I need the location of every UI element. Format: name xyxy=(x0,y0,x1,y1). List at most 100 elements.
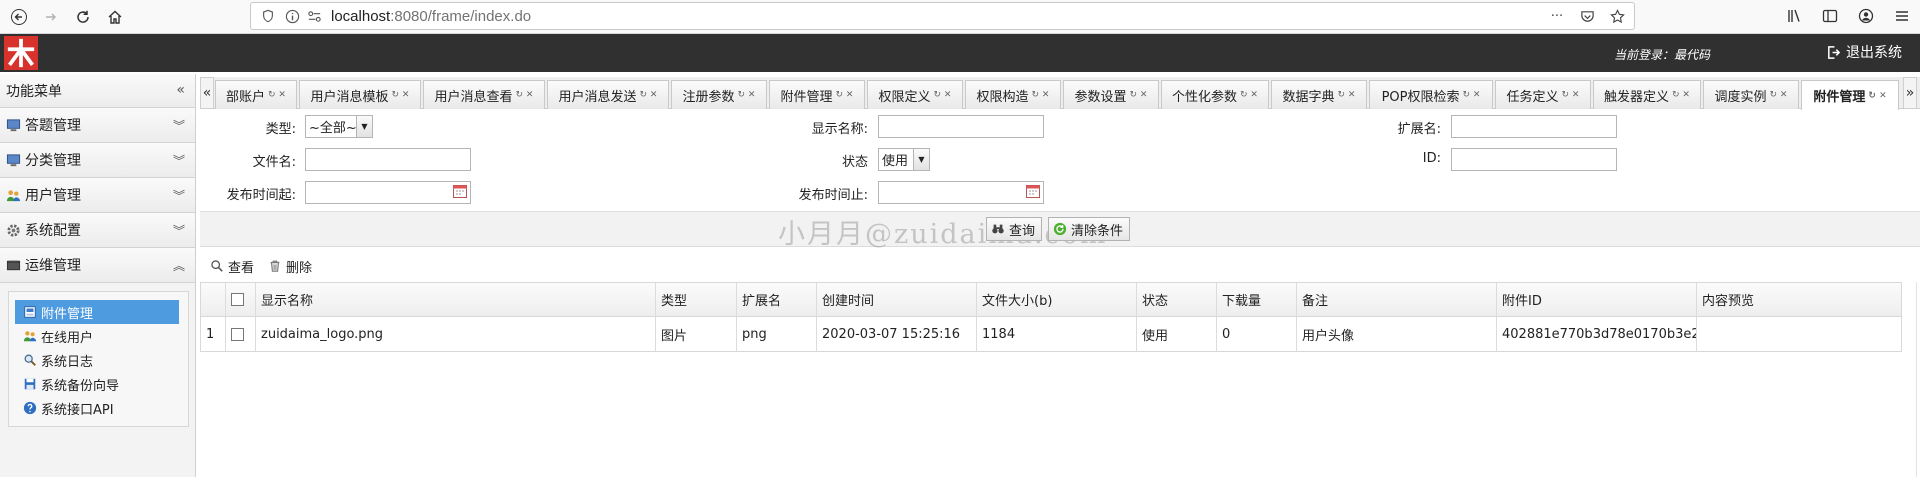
submenu-item-attachments[interactable]: 附件管理 xyxy=(15,300,179,324)
tab-reload-close-icon[interactable]: ↻ ✕ xyxy=(1868,91,1886,101)
account-icon[interactable] xyxy=(1856,6,1876,26)
calendar-icon[interactable] xyxy=(453,184,467,198)
tab-12[interactable]: 任务定义 ↻ ✕ xyxy=(1495,80,1591,109)
menu-group-users[interactable]: 用户管理 ︾ xyxy=(0,178,195,213)
bookmark-star-icon[interactable] xyxy=(1608,7,1626,25)
submenu-item-api[interactable]: 系统接口API xyxy=(15,396,179,420)
display-name-input[interactable] xyxy=(878,115,1044,138)
tab-10[interactable]: 数据字典 ↻ ✕ xyxy=(1271,80,1367,109)
tab-reload-close-icon[interactable]: ↻ ✕ xyxy=(1770,90,1788,100)
tab-9[interactable]: 个性化参数 ↻ ✕ xyxy=(1161,80,1269,109)
tab-reload-close-icon[interactable]: ↻ ✕ xyxy=(268,90,286,100)
hamburger-menu-icon[interactable] xyxy=(1892,6,1912,26)
filename-input[interactable] xyxy=(305,148,471,171)
tab-reload-close-icon[interactable]: ↻ ✕ xyxy=(1672,90,1690,100)
back-button[interactable] xyxy=(6,4,32,30)
tab-reload-close-icon[interactable]: ↻ ✕ xyxy=(738,90,756,100)
row-select-cell[interactable] xyxy=(226,317,256,351)
forward-button[interactable] xyxy=(38,4,64,30)
tab-reload-close-icon[interactable]: ↻ ✕ xyxy=(934,90,952,100)
header-remark[interactable]: 备注 xyxy=(1297,283,1497,316)
tab-3[interactable]: 用户消息发送 ↻ ✕ xyxy=(547,80,669,109)
tab-reload-close-icon[interactable]: ↻ ✕ xyxy=(1130,90,1148,100)
cell-remark: 用户头像 xyxy=(1297,317,1497,351)
floppy-icon xyxy=(23,376,39,392)
tab-label: 注册参数 xyxy=(682,89,735,105)
tab-7[interactable]: 权限构造 ↻ ✕ xyxy=(965,80,1061,109)
tab-label: 数据字典 xyxy=(1282,89,1335,105)
menu-group-category[interactable]: 分类管理 ︾ xyxy=(0,143,195,178)
tab-reload-close-icon[interactable]: ↻ ✕ xyxy=(1240,90,1258,100)
submenu-label: 在线用户 xyxy=(41,330,94,346)
submenu-item-backup[interactable]: 系统备份向导 xyxy=(15,372,179,396)
tab-reload-close-icon[interactable]: ↻ ✕ xyxy=(392,90,410,100)
tab-4[interactable]: 注册参数 ↻ ✕ xyxy=(671,80,767,109)
menu-group-config[interactable]: 系统配置 ︾ xyxy=(0,213,195,248)
view-button[interactable]: 查看 xyxy=(210,257,254,276)
reload-button[interactable] xyxy=(70,4,96,30)
tab-label: 权限构造 xyxy=(976,89,1029,105)
publish-end-input[interactable] xyxy=(878,181,1044,204)
status-select[interactable]: 使用 ▼ xyxy=(878,148,930,171)
extension-input[interactable] xyxy=(1451,115,1617,138)
tab-1[interactable]: 用户消息模板 ↻ ✕ xyxy=(299,80,421,109)
publish-end-label: 发布时间止: xyxy=(798,188,868,203)
page-actions-button[interactable]: ··· xyxy=(1548,7,1566,25)
publish-start-input[interactable] xyxy=(305,181,471,204)
tab-reload-close-icon[interactable]: ↻ ✕ xyxy=(640,90,658,100)
row-checkbox[interactable] xyxy=(231,327,244,341)
vertical-scrollbar-track[interactable] xyxy=(1916,282,1917,477)
tab-13[interactable]: 触发器定义 ↻ ✕ xyxy=(1593,80,1701,109)
header-extension[interactable]: 扩展名 xyxy=(737,283,817,316)
header-file-size[interactable]: 文件大小(b) xyxy=(977,283,1137,316)
header-select-all[interactable] xyxy=(226,283,256,316)
tab-0[interactable]: 部账户 ↻ ✕ xyxy=(215,80,297,109)
tab-reload-close-icon[interactable]: ↻ ✕ xyxy=(516,90,534,100)
id-input[interactable] xyxy=(1451,148,1617,171)
pocket-icon[interactable] xyxy=(1578,7,1596,25)
tab-5[interactable]: 附件管理 ↻ ✕ xyxy=(769,80,865,109)
tab-scroll-right[interactable]: » xyxy=(1903,77,1917,109)
menu-group-ops[interactable]: 运维管理 ︽ xyxy=(0,248,195,283)
tab-label: 个性化参数 xyxy=(1172,89,1238,105)
header-downloads[interactable]: 下载量 xyxy=(1217,283,1297,316)
calendar-icon[interactable] xyxy=(1026,184,1040,198)
tab-label: 触发器定义 xyxy=(1604,89,1670,105)
tab-8[interactable]: 参数设置 ↻ ✕ xyxy=(1063,80,1159,109)
header-preview[interactable]: 内容预览 xyxy=(1697,283,1901,316)
tab-15-active[interactable]: 附件管理 ↻ ✕ xyxy=(1801,80,1899,110)
header-display-name[interactable]: 显示名称 xyxy=(256,283,656,316)
sidebar-toggle-icon[interactable] xyxy=(1820,6,1840,26)
tab-reload-close-icon[interactable]: ↻ ✕ xyxy=(1562,90,1580,100)
home-button[interactable] xyxy=(102,4,128,30)
menu-group-answer[interactable]: 答题管理 ︾ xyxy=(0,108,195,143)
tab-reload-close-icon[interactable]: ↻ ✕ xyxy=(836,90,854,100)
tab-11[interactable]: POP权限检索 ↻ ✕ xyxy=(1369,80,1493,109)
url-bar[interactable]: localhost:8080/frame/index.do ··· xyxy=(250,2,1635,30)
clear-filters-button[interactable]: 清除条件 xyxy=(1048,217,1131,241)
submenu-item-online-users[interactable]: 在线用户 xyxy=(15,324,179,348)
submenu-item-system-log[interactable]: 系统日志 xyxy=(15,348,179,372)
menu-group-label: 答题管理 xyxy=(25,118,81,134)
select-all-checkbox[interactable] xyxy=(231,293,244,306)
header-attachment-id[interactable]: 附件ID xyxy=(1497,283,1697,316)
type-select[interactable]: ~全部~ ▼ xyxy=(305,115,373,138)
tab-2[interactable]: 用户消息查看 ↻ ✕ xyxy=(423,80,545,109)
query-button[interactable]: 查询 xyxy=(986,217,1043,241)
delete-button[interactable]: 删除 xyxy=(268,257,312,276)
extension-label: 扩展名: xyxy=(1397,122,1441,137)
tab-6[interactable]: 权限定义 ↻ ✕ xyxy=(867,80,963,109)
logout-button[interactable]: 退出系统 xyxy=(1826,42,1902,62)
tab-reload-close-icon[interactable]: ↻ ✕ xyxy=(1032,90,1050,100)
tab-reload-close-icon[interactable]: ↻ ✕ xyxy=(1462,90,1480,100)
header-created-time[interactable]: 创建时间 xyxy=(817,283,977,316)
sidebar-collapse-icon[interactable]: « xyxy=(176,82,185,98)
library-icon[interactable] xyxy=(1784,6,1804,26)
reload-icon xyxy=(77,10,89,23)
header-type[interactable]: 类型 xyxy=(656,283,737,316)
tab-reload-close-icon[interactable]: ↻ ✕ xyxy=(1338,90,1356,100)
tab-scroll-left[interactable]: « xyxy=(200,77,214,109)
table-row[interactable]: 1 zuidaima_logo.png 图片 png 2020-03-07 15… xyxy=(201,317,1901,352)
header-status[interactable]: 状态 xyxy=(1137,283,1217,316)
tab-14[interactable]: 调度实例 ↻ ✕ xyxy=(1703,80,1799,109)
